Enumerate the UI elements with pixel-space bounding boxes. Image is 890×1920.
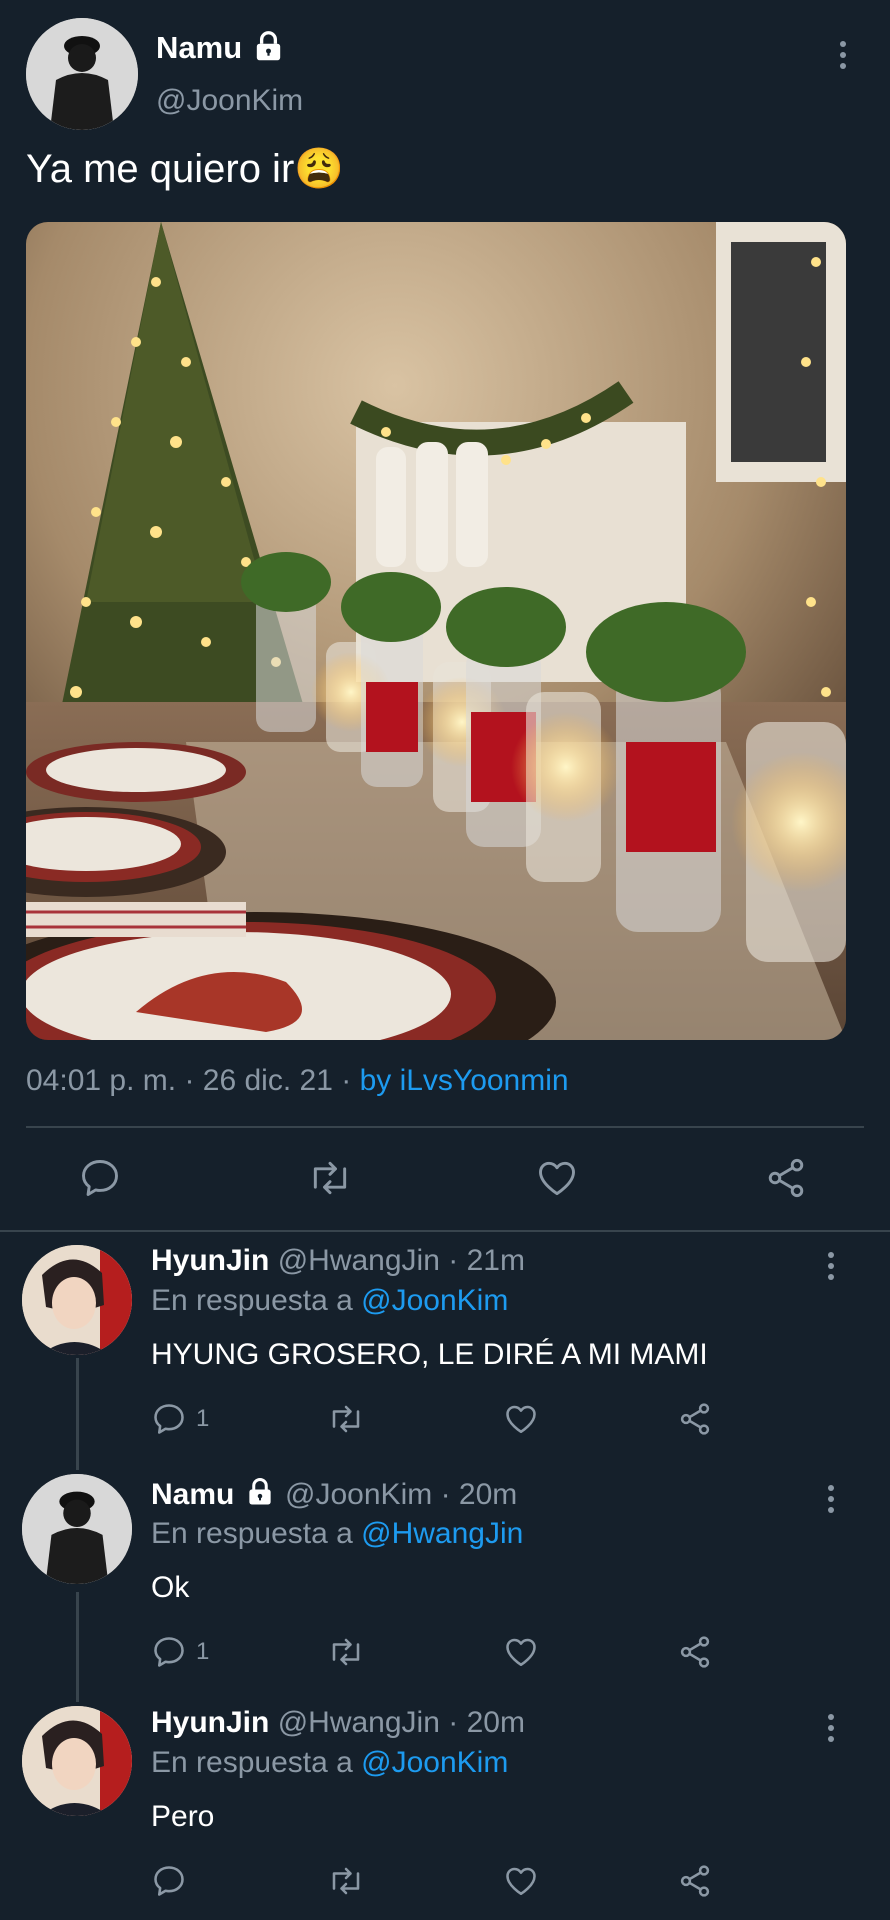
reply-to-link[interactable]: @JoonKim [361,1746,508,1779]
more-vertical-icon[interactable] [828,1485,834,1518]
tweet-meta: 04:01 p. m. · 26 dic. 21 · by iLvsYoonmi… [26,1064,569,1098]
reply-to-link[interactable]: @JoonKim [361,1284,508,1317]
reply-avatar[interactable] [22,1474,132,1584]
meta-separator: · [440,1478,451,1511]
reply-context-prefix: En respuesta a [151,1284,353,1317]
tweet-image[interactable] [26,222,846,1040]
share-icon[interactable] [677,1863,713,1899]
reply-icon[interactable] [78,1156,122,1200]
thread-line [76,1358,79,1470]
divider [0,1230,890,1232]
avatar-silhouette [22,1474,132,1584]
weary-face-emoji: 😩 [294,147,345,191]
reply-avatar[interactable] [22,1706,132,1816]
reply-context: En respuesta a @JoonKim [151,1284,508,1318]
tweet-text-content: Ya me quiero ir [26,147,295,191]
tweet-source-link[interactable]: by iLvsYoonmin [360,1064,569,1097]
heart-icon[interactable] [535,1156,579,1200]
tweet-date: 26 dic. 21 [202,1064,333,1097]
reply-author-name[interactable]: HyunJin [151,1244,269,1277]
reply-to-link[interactable]: @HwangJin [361,1517,523,1550]
reply-count: 1 [196,1405,210,1432]
reply-text: Ok [151,1571,190,1604]
reply-time: 20m [458,1478,518,1511]
share-icon[interactable] [677,1634,713,1670]
reply-icon[interactable] [151,1634,187,1670]
author-name[interactable]: Namu [156,30,242,66]
reply-text: HYUNG GROSERO, LE DIRÉ A MI MAMI [151,1338,708,1371]
reply-header: HyunJin @HwangJin · 21m [151,1244,525,1278]
heart-icon[interactable] [503,1863,539,1899]
retweet-icon[interactable] [306,1156,354,1200]
heart-icon[interactable] [503,1401,539,1437]
reply-author-name[interactable]: Namu [151,1478,234,1511]
reply-time: 21m [466,1244,525,1277]
share-icon[interactable] [677,1401,713,1437]
reply-context-prefix: En respuesta a [151,1517,353,1550]
tweet-text: Ya me quiero ir😩 [26,145,344,192]
more-vertical-icon[interactable] [828,1714,834,1747]
meta-separator: · [184,1064,195,1097]
tweet-time: 04:01 p. m. [26,1064,177,1097]
author-avatar[interactable] [26,18,138,130]
reply-count: 1 [196,1638,210,1665]
thread-line [76,1592,79,1702]
author-handle[interactable]: @JoonKim [156,84,303,118]
divider [26,1126,864,1128]
reply-header: HyunJin @HwangJin · 20m [151,1706,525,1740]
reply-author-handle[interactable]: @JoonKim [285,1478,432,1511]
reply-text: Pero [151,1800,215,1833]
reply-icon[interactable] [151,1863,187,1899]
reply-header: Namu @JoonKim · 20m [151,1477,517,1515]
reply-context-prefix: En respuesta a [151,1746,353,1779]
reply-context: En respuesta a @JoonKim [151,1746,508,1780]
retweet-icon[interactable] [326,1863,366,1899]
meta-separator: · [341,1064,352,1097]
reply-icon[interactable] [151,1401,187,1437]
reply-avatar[interactable] [22,1245,132,1355]
more-vertical-icon[interactable] [840,41,846,74]
retweet-icon[interactable] [326,1401,366,1437]
heart-icon[interactable] [503,1634,539,1670]
reply-context: En respuesta a @HwangJin [151,1517,523,1551]
reply-author-handle[interactable]: @HwangJin [278,1244,440,1277]
meta-separator: · [448,1706,459,1739]
lock-icon [245,1477,275,1515]
avatar-portrait [22,1706,132,1816]
lock-icon [252,30,285,63]
share-icon[interactable] [764,1156,808,1200]
reply-author-name[interactable]: HyunJin [151,1706,269,1739]
avatar-silhouette [26,18,138,130]
avatar-portrait [22,1245,132,1355]
reply-time: 20m [466,1706,525,1739]
retweet-icon[interactable] [326,1634,366,1670]
more-vertical-icon[interactable] [828,1252,834,1285]
meta-separator: · [448,1244,459,1277]
reply-author-handle[interactable]: @HwangJin [278,1706,440,1739]
christmas-table-image [26,222,846,1040]
